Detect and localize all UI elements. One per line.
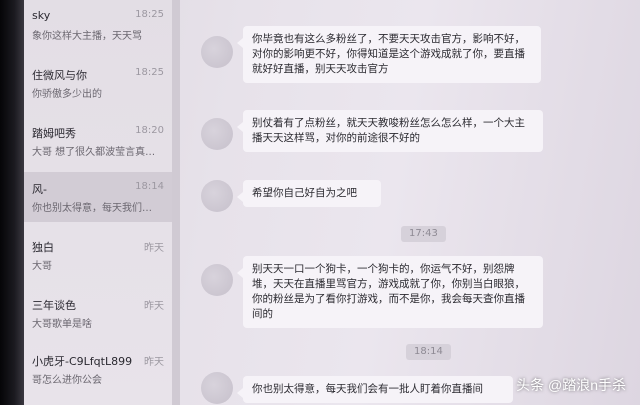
conversation-preview: 你也别太得意，每天我们…: [32, 203, 152, 214]
message-bubble[interactable]: 希望你自己好自为之吧: [237, 180, 381, 207]
message-text: 别天天一口一个狗卡，一个狗卡的，你运气不好，别怨牌堆，天天在直播里骂官方，游戏成…: [252, 263, 525, 320]
conversation-item[interactable]: 住微风与你 18:25 你骄傲多少出的: [24, 58, 174, 108]
conversation-name: 独白: [32, 241, 54, 254]
sidebar-scrollbar[interactable]: [172, 0, 180, 405]
timestamp-divider: 17:43: [401, 226, 446, 242]
conversation-time: 18:25: [135, 67, 164, 78]
sender-avatar[interactable]: [201, 264, 233, 296]
sender-avatar[interactable]: [201, 180, 233, 212]
photo-of-screen: sky 18:25 象你这样大主播，天天骂 住微风与你 18:25 你骄傲多少出…: [0, 0, 640, 405]
conversation-list: sky 18:25 象你这样大主播，天天骂 住微风与你 18:25 你骄傲多少出…: [24, 0, 175, 405]
conversation-item[interactable]: 踏姆吧秀 18:20 大哥 想了很久都波莹言真…: [24, 116, 174, 166]
monitor-bezel: [0, 0, 24, 405]
message-bubble[interactable]: 别仗着有了点粉丝，就天天教唆粉丝怎么怎么样，一个大主播天天这样骂，对你的前途很不…: [237, 110, 543, 152]
sender-avatar[interactable]: [201, 118, 233, 150]
conversation-name: 风-: [32, 183, 47, 196]
conversation-name: 住微风与你: [32, 69, 87, 82]
conversation-time: 18:20: [135, 125, 164, 136]
conversation-name: 三年谈色: [32, 299, 76, 312]
conversation-item[interactable]: 小虎牙-C9LfqtL899 昨天 哥怎么进你公会: [24, 344, 174, 394]
conversation-item[interactable]: sky 18:25 象你这样大主播，天天骂: [24, 0, 174, 50]
conversation-time: 昨天: [144, 301, 164, 312]
conversation-preview: 大哥歌单是啥: [32, 319, 92, 330]
sender-avatar[interactable]: [201, 372, 233, 404]
conversation-time: 18:14: [135, 181, 164, 192]
timestamp-divider: 18:14: [406, 344, 451, 360]
conversation-preview: 象你这样大主播，天天骂: [32, 31, 142, 42]
conversation-preview: 哥怎么进你公会: [32, 375, 102, 386]
chat-panel: 你毕竟也有这么多粉丝了，不要天天攻击官方，影响不好，对你的影响更不好，你得知道是…: [181, 0, 640, 405]
message-bubble[interactable]: 你毕竟也有这么多粉丝了，不要天天攻击官方，影响不好，对你的影响更不好，你得知道是…: [237, 26, 541, 83]
conversation-item-active[interactable]: 风- 18:14 你也别太得意，每天我们…: [24, 172, 174, 222]
conversation-name: sky: [32, 9, 51, 22]
message-text: 你毕竟也有这么多粉丝了，不要天天攻击官方，影响不好，对你的影响更不好，你得知道是…: [252, 33, 525, 75]
message-text: 希望你自己好自为之吧: [252, 187, 357, 199]
conversation-preview: 大哥: [32, 261, 52, 272]
message-text: 你也别太得意，每天我们会有一批人盯着你直播间: [252, 383, 483, 395]
sender-avatar[interactable]: [201, 36, 233, 68]
conversation-time: 昨天: [144, 243, 164, 254]
message-bubble[interactable]: 别天天一口一个狗卡，一个狗卡的，你运气不好，别怨牌堆，天天在直播里骂官方，游戏成…: [237, 256, 543, 328]
conversation-time: 昨天: [144, 357, 164, 368]
conversation-item[interactable]: 独白 昨天 大哥: [24, 230, 174, 280]
message-bubble[interactable]: 你也别太得意，每天我们会有一批人盯着你直播间: [237, 376, 513, 403]
conversation-name: 小虎牙-C9LfqtL899: [32, 355, 132, 368]
message-text: 别仗着有了点粉丝，就天天教唆粉丝怎么怎么样，一个大主播天天这样骂，对你的前途很不…: [252, 117, 525, 144]
conversation-preview: 你骄傲多少出的: [32, 89, 102, 100]
conversation-name: 踏姆吧秀: [32, 127, 76, 140]
conversation-time: 18:25: [135, 9, 164, 20]
watermark: 头条 @踏浪n手杀: [516, 377, 626, 393]
conversation-item[interactable]: 三年谈色 昨天 大哥歌单是啥: [24, 288, 174, 338]
conversation-preview: 大哥 想了很久都波莹言真…: [32, 147, 156, 158]
